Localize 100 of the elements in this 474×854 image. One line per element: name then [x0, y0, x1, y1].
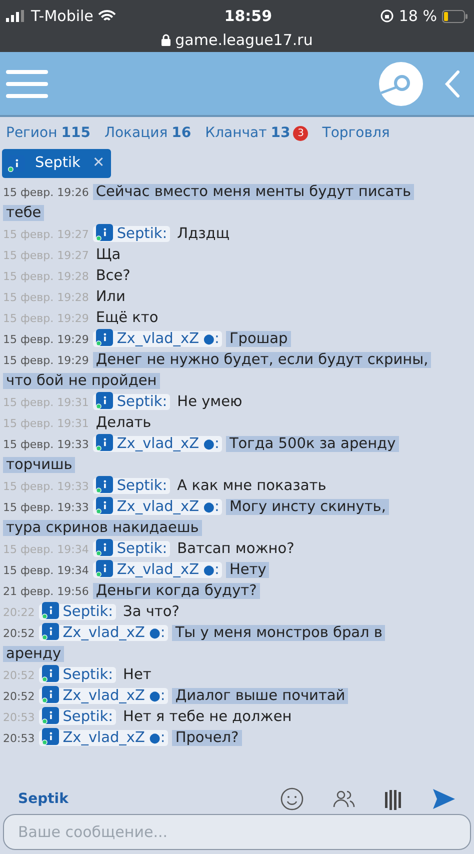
sender-tag[interactable]: Septik:	[38, 667, 116, 683]
signal-icon	[6, 10, 26, 22]
message-time: 15 февр. 19:28	[3, 291, 89, 304]
user-info-icon	[96, 392, 113, 409]
chat-tab[interactable]: Регион 115	[6, 122, 90, 144]
sender-tag[interactable]: Zx_vlad_xZ ●:	[92, 562, 222, 578]
send-icon[interactable]	[432, 788, 456, 810]
message-text: Прочел?	[172, 730, 242, 746]
user-info-icon	[96, 476, 113, 493]
message-text: Или	[94, 289, 126, 305]
message-text: что бой не пройден	[3, 373, 160, 389]
message-text: А как мне показать	[176, 478, 328, 494]
message-text: Деньги когда будут?	[92, 583, 260, 599]
message-time: 15 февр. 19:31	[3, 396, 89, 409]
user-info-icon	[42, 623, 59, 640]
message-time: 20:52	[3, 690, 35, 703]
user-info-icon	[96, 497, 113, 514]
chat-tab[interactable]: Кланчат 13 3	[205, 122, 308, 144]
user-info-icon	[42, 707, 59, 724]
sender-tag[interactable]: Septik:	[38, 709, 116, 725]
user-info-icon	[96, 539, 113, 556]
menu-icon[interactable]	[6, 68, 48, 100]
message-time: 15 февр. 19:29	[3, 312, 89, 325]
message-time: 15 февр. 19:34	[3, 543, 89, 556]
message-time: 15 февр. 19:27	[3, 228, 89, 241]
message-time: 20:53	[3, 711, 35, 724]
user-info-icon	[42, 686, 59, 703]
sender-tag[interactable]: Zx_vlad_xZ ●:	[38, 625, 168, 641]
unread-badge: 3	[293, 126, 308, 140]
user-info-icon	[96, 329, 113, 346]
message-input[interactable]: Ваше сообщение...	[3, 814, 471, 850]
sender-tag[interactable]: Zx_vlad_xZ ●:	[38, 688, 168, 704]
sender-tag[interactable]: Septik:	[92, 541, 170, 557]
message-time: 21 февр. 19:56	[3, 585, 89, 598]
message-text: тебе	[3, 205, 44, 221]
clock-time: 18:59	[224, 6, 272, 27]
message-time: 15 февр. 19:29	[3, 354, 89, 367]
message-text: Нету	[226, 562, 270, 578]
user-info-icon	[96, 224, 113, 241]
message-text: Денег не нужно будет, если будут скрины,	[92, 352, 432, 368]
user-info-icon	[42, 728, 59, 745]
message-text: Нет я тебе не должен	[122, 709, 293, 725]
recipient-chip[interactable]: Septik ✕	[2, 149, 111, 178]
user-info-icon	[42, 602, 59, 619]
emoji-icon[interactable]	[280, 787, 304, 811]
message-text: Грошар	[226, 331, 291, 347]
chat-tab[interactable]: Локация 16	[104, 122, 192, 144]
sender-tag[interactable]: Zx_vlad_xZ ●:	[38, 730, 168, 746]
message-time: 15 февр. 19:34	[3, 564, 89, 577]
message-text: Все?	[94, 268, 132, 284]
user-info-icon	[96, 560, 113, 577]
user-info-icon	[96, 434, 113, 451]
message-text: Ещё кто	[94, 310, 160, 326]
message-text: За что?	[122, 604, 180, 620]
close-icon[interactable]: ✕	[92, 152, 105, 174]
message-text: Могу инсту скинуть,	[226, 499, 389, 515]
message-time: 20:53	[3, 732, 35, 745]
carrier-name: T-Mobile	[31, 6, 94, 27]
message-time: 15 февр. 19:29	[3, 333, 89, 346]
message-time: 15 февр. 19:33	[3, 501, 89, 514]
message-text: Диалог выше почитай	[172, 688, 348, 704]
message-time: 15 февр. 19:33	[3, 438, 89, 451]
message-time: 15 февр. 19:31	[3, 417, 89, 430]
message-time: 15 февр. 19:33	[3, 480, 89, 493]
user-info-icon	[42, 665, 59, 682]
message-text: аренду	[3, 646, 64, 662]
message-text: тура скринов накидаешь	[3, 520, 202, 536]
battery-percent: 18 %	[398, 6, 437, 27]
message-text: Ща	[94, 247, 122, 263]
message-text: Лдздщ	[176, 226, 230, 242]
message-text: Сейчас вместо меня менты будут писать	[92, 184, 414, 200]
rotation-lock-icon	[380, 9, 394, 23]
message-time: 15 февр. 19:26	[3, 186, 89, 199]
sender-tag[interactable]: Septik:	[92, 226, 170, 242]
sender-tag[interactable]: Zx_vlad_xZ ●:	[92, 499, 222, 515]
bars-icon[interactable]	[384, 788, 404, 810]
chat-tab[interactable]: Торговля	[322, 122, 390, 144]
message-time: 15 февр. 19:28	[3, 270, 89, 283]
message-text: торчишь	[3, 457, 76, 473]
message-time: 20:52	[3, 669, 35, 682]
message-time: 20:22	[3, 606, 35, 619]
message-text: Ты у меня монстров брал в	[172, 625, 386, 641]
sender-tag[interactable]: Septik:	[38, 604, 116, 620]
lock-icon	[161, 34, 172, 46]
wifi-icon	[98, 10, 116, 22]
sender-tag[interactable]: Zx_vlad_xZ ●:	[92, 331, 222, 347]
message-text: Не умею	[176, 394, 244, 410]
message-text: Тогда 500к за аренду	[226, 436, 399, 452]
message-text: Ватсап можно?	[176, 541, 296, 557]
message-text: Делать	[94, 415, 152, 431]
page-url: game.league17.ru	[175, 30, 313, 51]
recipient-name: Septik	[18, 790, 68, 808]
message-time: 15 февр. 19:27	[3, 249, 89, 262]
pokeball-icon[interactable]	[378, 60, 424, 106]
sender-tag[interactable]: Septik:	[92, 478, 170, 494]
sender-tag[interactable]: Zx_vlad_xZ ●:	[92, 436, 222, 452]
message-text: Нет	[122, 667, 152, 683]
sender-tag[interactable]: Septik:	[92, 394, 170, 410]
message-time: 20:52	[3, 627, 35, 640]
battery-icon	[442, 10, 468, 22]
